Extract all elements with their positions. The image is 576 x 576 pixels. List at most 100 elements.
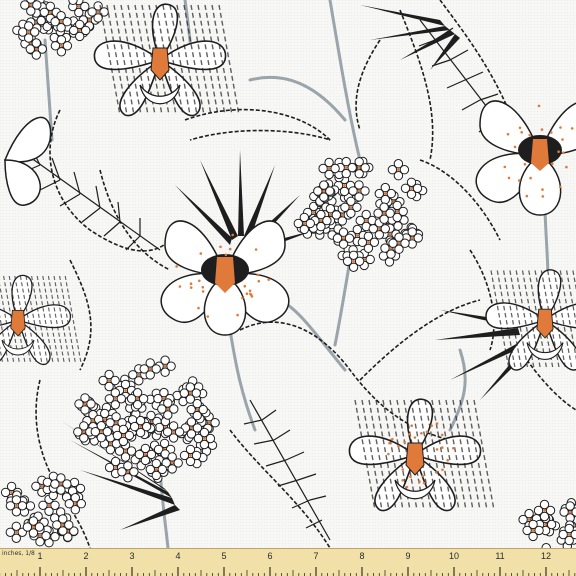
- hydrangea-center: [91, 419, 95, 423]
- speckle: [175, 265, 178, 268]
- hydrangea-center: [203, 437, 206, 440]
- hydrangea-petal: [139, 364, 149, 374]
- hydrangea-petal: [105, 418, 115, 428]
- hydrangea-petal: [388, 238, 398, 248]
- hydrangea-center: [38, 534, 42, 538]
- hydrangea-center: [319, 219, 323, 222]
- speckle: [199, 252, 203, 255]
- hydrangea-center: [29, 3, 33, 7]
- hydrangea-petal: [518, 514, 528, 525]
- speckle: [422, 481, 426, 485]
- hydrangea-petal: [380, 243, 390, 253]
- speckle: [387, 452, 390, 456]
- hydrangea-petal: [373, 208, 383, 218]
- speckle: [405, 485, 409, 489]
- speckle: [420, 432, 423, 435]
- hydrangea-center: [148, 367, 152, 371]
- hydrangea-center: [113, 397, 117, 401]
- speckle: [537, 104, 541, 108]
- ruler-number: 11: [495, 551, 505, 561]
- ruler-number: 12: [540, 551, 552, 561]
- hydrangea-petal: [179, 388, 190, 398]
- hydrangea-center: [343, 184, 346, 187]
- speckle: [267, 278, 271, 281]
- hydrangea-center: [103, 418, 107, 421]
- hydrangea-center: [27, 30, 31, 34]
- hydrangea-petal: [18, 27, 28, 37]
- hydrangea-petal: [98, 375, 108, 386]
- hydrangea-center: [114, 466, 117, 469]
- hydrangea-petal: [50, 41, 61, 51]
- hydrangea-center: [87, 18, 91, 22]
- hydrangea-petal: [313, 186, 323, 196]
- speckle: [250, 293, 253, 297]
- speckle: [452, 446, 455, 450]
- speckle: [435, 471, 438, 474]
- hydrangea-center: [367, 240, 370, 244]
- hydrangea-center: [357, 166, 361, 170]
- hydrangea-center: [352, 259, 355, 263]
- hydrangea-petal: [39, 7, 49, 17]
- hydrangea-center: [543, 509, 546, 512]
- hydrangea-center: [48, 10, 52, 14]
- hydrangea-center: [410, 236, 414, 240]
- hydrangea-center: [83, 402, 87, 406]
- hydrangea-petal: [355, 215, 365, 226]
- speckle: [401, 468, 405, 471]
- speckle: [562, 151, 565, 154]
- hydrangea-petal: [293, 218, 303, 229]
- hydrangea-petal: [42, 477, 53, 487]
- speckle: [446, 458, 450, 462]
- hydrangea-center: [349, 205, 353, 209]
- speckle: [565, 165, 568, 169]
- speckle: [441, 446, 444, 449]
- hydrangea-petal: [112, 430, 123, 441]
- speckle: [224, 253, 228, 257]
- speckle: [254, 248, 258, 251]
- hydrangea-center: [544, 523, 547, 526]
- hydrangea-petal: [153, 393, 163, 404]
- hydrangea-center: [302, 222, 306, 225]
- speckle: [425, 430, 429, 434]
- hydrangea-center: [34, 47, 38, 51]
- hydrangea-petal: [31, 481, 41, 491]
- hydrangea-petal: [38, 500, 48, 510]
- hydrangea-center: [60, 44, 63, 48]
- speckle: [435, 448, 439, 451]
- speckle: [245, 292, 249, 296]
- hydrangea-petal: [20, 0, 30, 10]
- hydrangea-petal: [5, 501, 16, 511]
- ruler-unit-label: inches, 1/8: [2, 550, 35, 557]
- speckle: [206, 315, 210, 318]
- hydrangea-center: [154, 468, 158, 471]
- hydrangea-petal: [68, 0, 78, 5]
- hydrangea-petal: [157, 404, 167, 414]
- hydrangea-petal: [50, 479, 60, 489]
- speckle: [178, 285, 182, 288]
- hydrangea-center: [136, 397, 139, 401]
- ruler-number: 3: [129, 551, 135, 561]
- hydrangea-petal: [128, 370, 138, 380]
- hydrangea-petal: [533, 505, 544, 516]
- hydrangea-petal: [145, 464, 156, 475]
- hydrangea-petal: [104, 462, 115, 473]
- hydrangea-petal: [368, 224, 378, 234]
- speckle: [513, 145, 517, 149]
- speckle: [231, 233, 234, 237]
- ruler-number: 1: [37, 551, 43, 561]
- hydrangea-petal: [357, 237, 368, 248]
- hydrangea-petal: [74, 399, 84, 409]
- hydrangea-center: [357, 189, 361, 193]
- floral-print: [0, 0, 576, 548]
- hydrangea-center: [96, 10, 100, 14]
- hydrangea-petal: [559, 507, 569, 517]
- speckle: [219, 245, 222, 249]
- speckle: [403, 440, 406, 444]
- hydrangea-center: [61, 523, 65, 527]
- speckle: [201, 286, 205, 289]
- hydrangea-petal: [348, 186, 358, 196]
- speckle: [507, 176, 511, 180]
- speckle: [523, 162, 527, 166]
- speckle: [243, 284, 247, 288]
- hydrangea-center: [531, 529, 535, 532]
